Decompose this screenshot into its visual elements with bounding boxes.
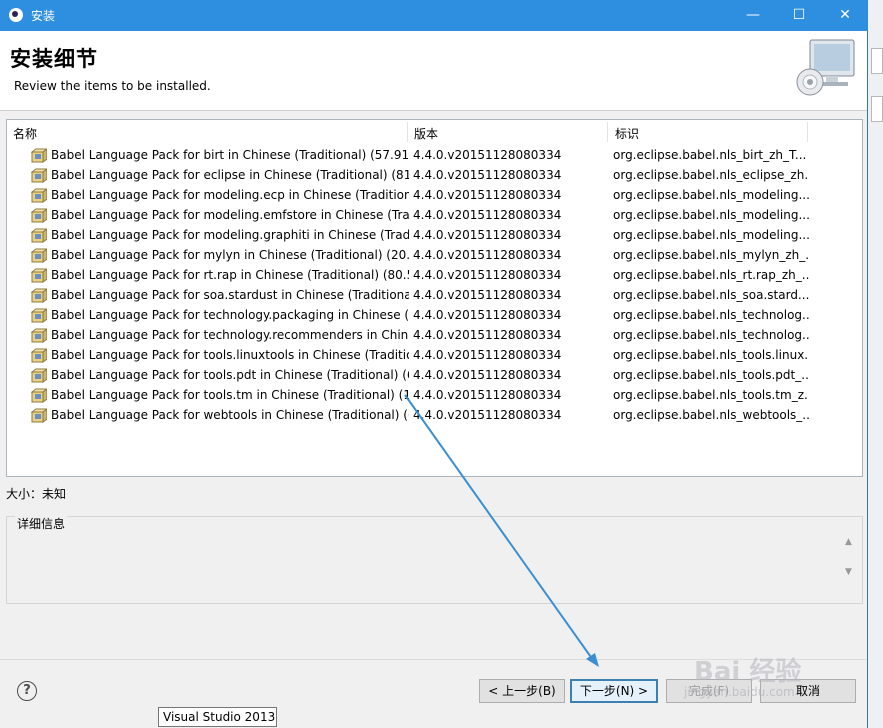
watermark-text: Bai 经验 (694, 657, 802, 687)
watermark: Bai 经验 jingyan.baidu.com (674, 647, 874, 707)
annotation-arrow-line (404, 394, 594, 661)
annotation-arrow-head (586, 653, 599, 667)
watermark-url: jingyan.baidu.com (684, 685, 795, 699)
annotation-arrow (404, 394, 599, 667)
taskbar-tooltip: Visual Studio 2013 (158, 707, 277, 727)
